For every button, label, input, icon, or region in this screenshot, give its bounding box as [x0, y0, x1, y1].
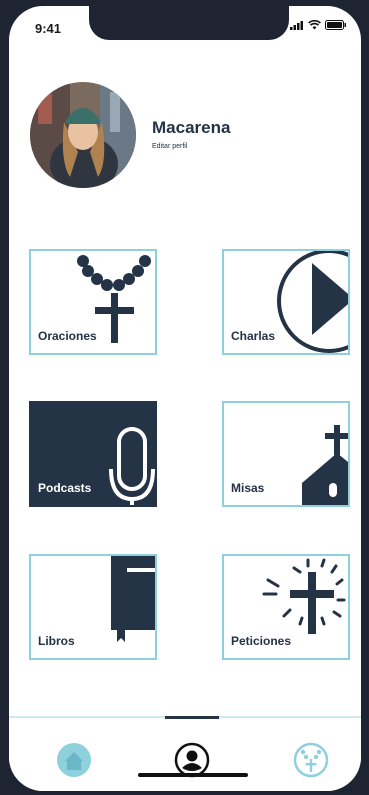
- tile-oraciones[interactable]: Oraciones: [29, 249, 157, 355]
- tile-label: Libros: [38, 634, 75, 648]
- tile-label: Peticiones: [231, 634, 292, 648]
- home-indicator: [138, 773, 248, 777]
- tile-peticiones[interactable]: Peticiones: [222, 554, 350, 660]
- tile-label: Podcasts: [38, 481, 92, 495]
- tab-bar: [9, 716, 361, 791]
- profile-name: Macarena: [152, 118, 231, 137]
- tile-podcasts[interactable]: Podcasts: [29, 401, 157, 507]
- notch: [89, 6, 289, 40]
- avatar[interactable]: [30, 82, 136, 188]
- phone-screen: 9:41 Macarena Editar perfil Oraciones Ch…: [9, 6, 361, 791]
- status-time: 9:41: [35, 21, 62, 36]
- tab-rosary[interactable]: [291, 740, 331, 780]
- signal-icon: [290, 20, 303, 30]
- edit-profile-link[interactable]: Editar perfil: [152, 143, 187, 150]
- battery-icon: [325, 20, 346, 30]
- rosary-icon: [293, 742, 329, 778]
- tab-home[interactable]: [54, 740, 94, 780]
- tab-indicator: [165, 716, 219, 719]
- tile-label: Charlas: [231, 329, 276, 343]
- status-icons: [290, 20, 347, 30]
- tile-misas[interactable]: Misas: [222, 401, 350, 507]
- tile-label: Misas: [231, 481, 265, 495]
- home-icon: [57, 743, 91, 777]
- tile-libros[interactable]: Libros: [29, 554, 157, 660]
- tile-label: Oraciones: [38, 329, 97, 343]
- tile-charlas[interactable]: Charlas: [222, 249, 350, 355]
- wifi-icon: [308, 20, 321, 30]
